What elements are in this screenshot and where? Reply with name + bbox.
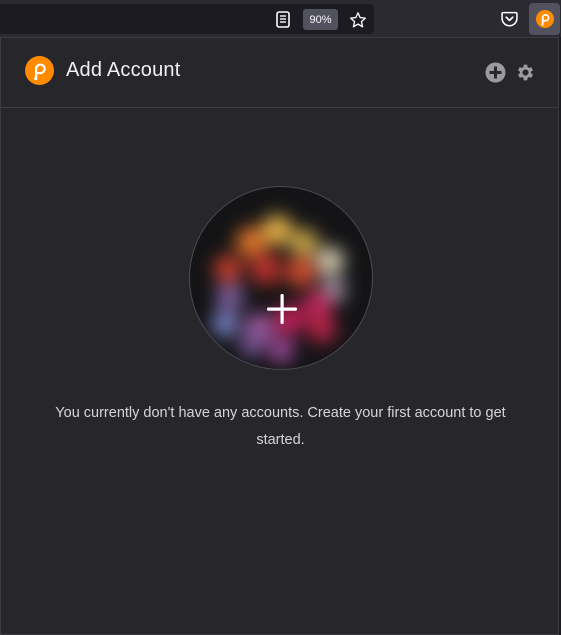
brand-logo-icon [25, 56, 54, 85]
star-icon[interactable] [348, 10, 367, 29]
empty-state-message: You currently don't have any accounts. C… [55, 405, 506, 448]
page-title: Add Account [66, 59, 181, 81]
extension-button[interactable] [529, 3, 560, 35]
browser-toolbar: 90% [0, 0, 561, 37]
zoom-level-button[interactable]: 90% [303, 9, 338, 30]
extension-popup: Add Account You currently don't have any… [0, 37, 559, 635]
pocket-icon[interactable] [500, 10, 518, 28]
identicon-blur [190, 187, 372, 369]
create-account-button[interactable] [189, 186, 373, 370]
extension-logo-icon [535, 10, 554, 28]
popup-header: Add Account [1, 37, 558, 108]
reader-view-icon[interactable] [274, 10, 292, 28]
settings-icon[interactable] [515, 62, 536, 83]
add-account-icon[interactable] [485, 62, 506, 83]
create-account-plus-icon [266, 293, 298, 325]
